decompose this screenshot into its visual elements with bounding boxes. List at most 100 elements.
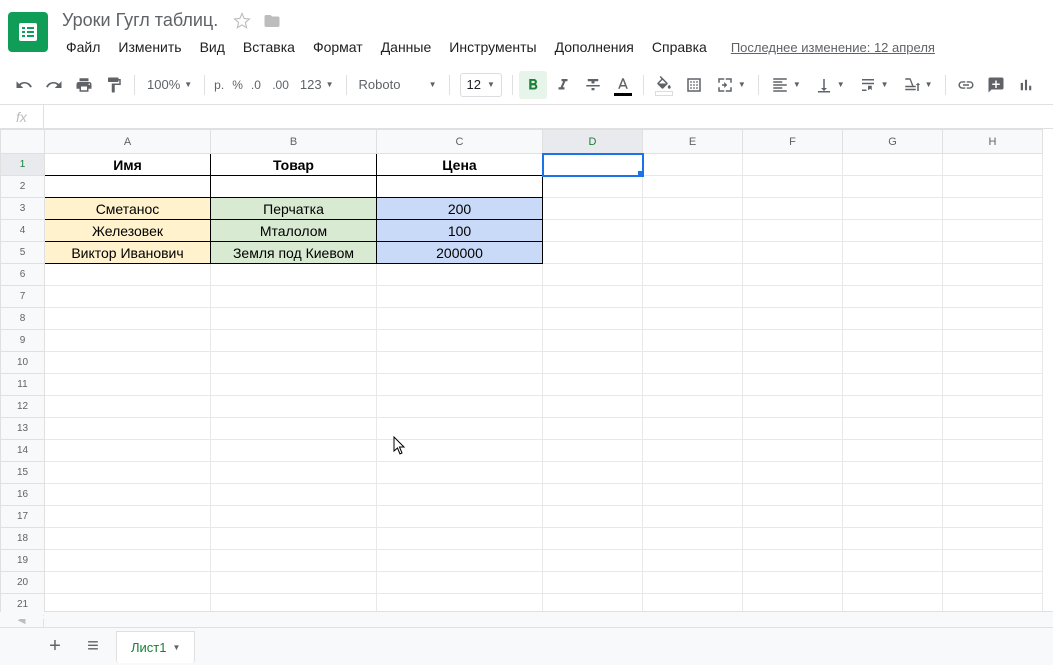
cell-A17[interactable] <box>45 506 211 528</box>
cell-D18[interactable] <box>543 528 643 550</box>
borders-button[interactable] <box>680 71 708 99</box>
row-header-12[interactable]: 12 <box>1 396 45 418</box>
cell-E10[interactable] <box>643 352 743 374</box>
font-size-select[interactable]: 12▼ <box>460 73 502 97</box>
cell-E6[interactable] <box>643 264 743 286</box>
cell-B19[interactable] <box>211 550 377 572</box>
cell-E2[interactable] <box>643 176 743 198</box>
cell-E9[interactable] <box>643 330 743 352</box>
paint-format-button[interactable] <box>100 71 128 99</box>
cell-C9[interactable] <box>377 330 543 352</box>
row-header-16[interactable]: 16 <box>1 484 45 506</box>
cell-C15[interactable] <box>377 462 543 484</box>
cell-E16[interactable] <box>643 484 743 506</box>
row-header-7[interactable]: 7 <box>1 286 45 308</box>
cell-A16[interactable] <box>45 484 211 506</box>
cell-G7[interactable] <box>843 286 943 308</box>
cell-F16[interactable] <box>743 484 843 506</box>
insert-link-button[interactable] <box>952 71 980 99</box>
cell-A20[interactable] <box>45 572 211 594</box>
cell-F15[interactable] <box>743 462 843 484</box>
cell-G11[interactable] <box>843 374 943 396</box>
cell-F1[interactable] <box>743 154 843 176</box>
cell-C3[interactable]: 200 <box>377 198 543 220</box>
cell-D3[interactable] <box>543 198 643 220</box>
bold-button[interactable] <box>519 71 547 99</box>
cell-G8[interactable] <box>843 308 943 330</box>
col-header-E[interactable]: E <box>643 130 743 154</box>
cell-D14[interactable] <box>543 440 643 462</box>
text-wrap-button[interactable]: ▼ <box>853 71 895 99</box>
vertical-align-button[interactable]: ▼ <box>809 71 851 99</box>
cell-C4[interactable]: 100 <box>377 220 543 242</box>
cell-A6[interactable] <box>45 264 211 286</box>
cell-H14[interactable] <box>943 440 1043 462</box>
cell-E8[interactable] <box>643 308 743 330</box>
cell-D20[interactable] <box>543 572 643 594</box>
cell-D9[interactable] <box>543 330 643 352</box>
cell-H13[interactable] <box>943 418 1043 440</box>
menu-дополнения[interactable]: Дополнения <box>547 35 642 59</box>
row-header-8[interactable]: 8 <box>1 308 45 330</box>
cell-B15[interactable] <box>211 462 377 484</box>
cell-B6[interactable] <box>211 264 377 286</box>
row-header-5[interactable]: 5 <box>1 242 45 264</box>
cell-H17[interactable] <box>943 506 1043 528</box>
menu-вид[interactable]: Вид <box>192 35 233 59</box>
cell-B20[interactable] <box>211 572 377 594</box>
cell-G12[interactable] <box>843 396 943 418</box>
cell-D1[interactable] <box>543 154 643 176</box>
row-header-6[interactable]: 6 <box>1 264 45 286</box>
cell-B13[interactable] <box>211 418 377 440</box>
cell-A15[interactable] <box>45 462 211 484</box>
cell-H19[interactable] <box>943 550 1043 572</box>
cell-A9[interactable] <box>45 330 211 352</box>
spreadsheet-grid[interactable]: ABCDEFGH1ИмяТоварЦена23СметаносПерчатка2… <box>0 129 1053 619</box>
cell-C17[interactable] <box>377 506 543 528</box>
cell-C14[interactable] <box>377 440 543 462</box>
cell-G5[interactable] <box>843 242 943 264</box>
cell-E17[interactable] <box>643 506 743 528</box>
cell-C20[interactable] <box>377 572 543 594</box>
row-header-13[interactable]: 13 <box>1 418 45 440</box>
cell-H18[interactable] <box>943 528 1043 550</box>
cell-D5[interactable] <box>543 242 643 264</box>
cell-F17[interactable] <box>743 506 843 528</box>
row-header-15[interactable]: 15 <box>1 462 45 484</box>
sheets-logo[interactable] <box>8 12 48 52</box>
menu-данные[interactable]: Данные <box>373 35 440 59</box>
menu-файл[interactable]: Файл <box>58 35 108 59</box>
cell-B3[interactable]: Перчатка <box>211 198 377 220</box>
cell-E13[interactable] <box>643 418 743 440</box>
cell-C7[interactable] <box>377 286 543 308</box>
cell-F14[interactable] <box>743 440 843 462</box>
cell-D10[interactable] <box>543 352 643 374</box>
cell-D6[interactable] <box>543 264 643 286</box>
cell-D4[interactable] <box>543 220 643 242</box>
cell-F19[interactable] <box>743 550 843 572</box>
merge-cells-button[interactable]: ▼ <box>710 71 752 99</box>
cell-C18[interactable] <box>377 528 543 550</box>
cell-H15[interactable] <box>943 462 1043 484</box>
cell-D13[interactable] <box>543 418 643 440</box>
doc-title[interactable]: Уроки Гугл таблиц. <box>58 8 222 33</box>
cell-C6[interactable] <box>377 264 543 286</box>
percent-button[interactable]: % <box>229 78 246 92</box>
cell-B16[interactable] <box>211 484 377 506</box>
italic-button[interactable] <box>549 71 577 99</box>
cell-B14[interactable] <box>211 440 377 462</box>
cell-A12[interactable] <box>45 396 211 418</box>
cell-A3[interactable]: Сметанос <box>45 198 211 220</box>
cell-H9[interactable] <box>943 330 1043 352</box>
cell-B1[interactable]: Товар <box>211 154 377 176</box>
strikethrough-button[interactable] <box>579 71 607 99</box>
text-rotation-button[interactable]: ▼ <box>897 71 939 99</box>
cell-G17[interactable] <box>843 506 943 528</box>
decrease-decimal-button[interactable]: .0 <box>248 78 267 92</box>
cell-E19[interactable] <box>643 550 743 572</box>
cell-A2[interactable] <box>45 176 211 198</box>
cell-H7[interactable] <box>943 286 1043 308</box>
cell-F3[interactable] <box>743 198 843 220</box>
cell-C13[interactable] <box>377 418 543 440</box>
insert-comment-button[interactable] <box>982 71 1010 99</box>
